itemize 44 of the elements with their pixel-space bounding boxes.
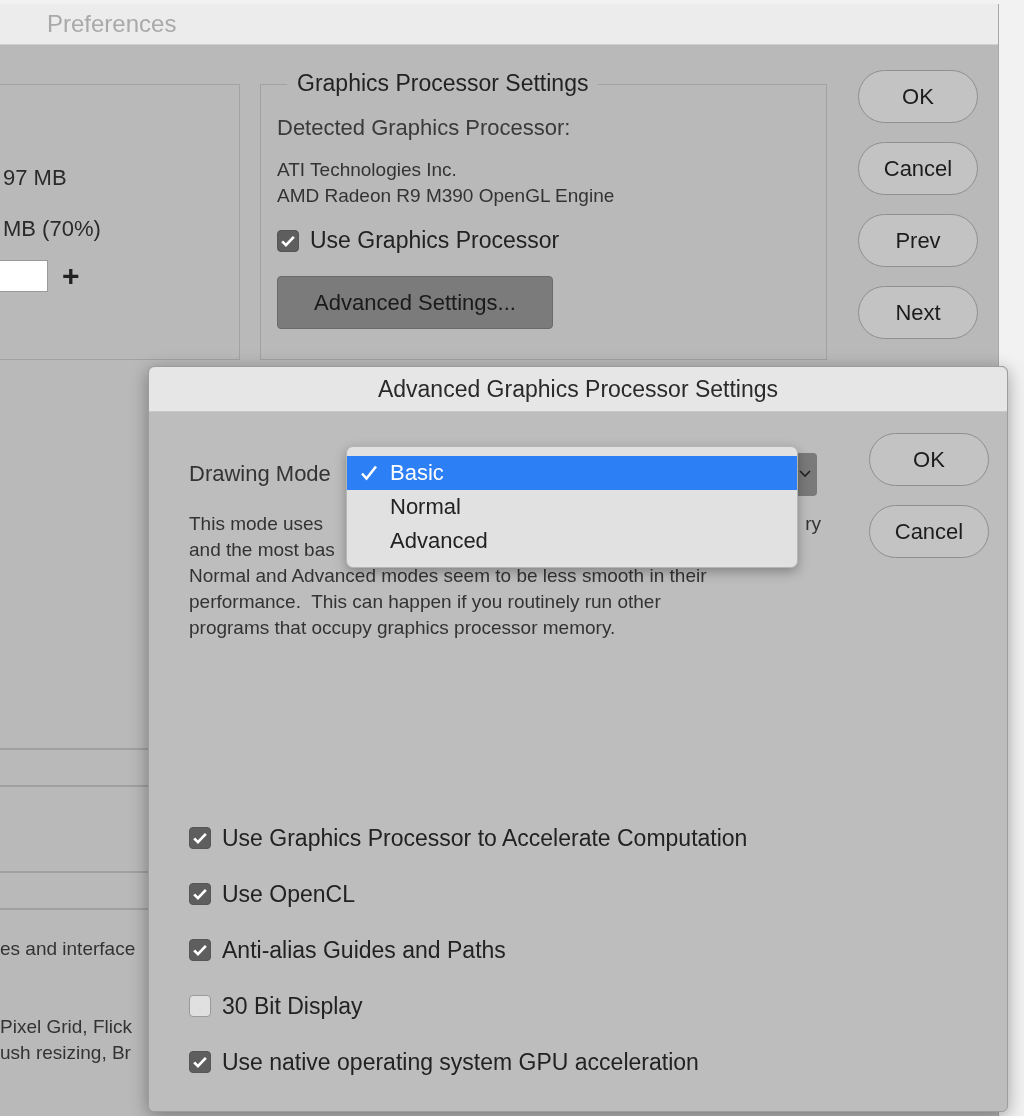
menu-item[interactable]: Basic: [347, 456, 797, 490]
checkbox-label: 30 Bit Display: [222, 992, 363, 1020]
memory-text: MB (70%): [3, 216, 101, 242]
description-text: es and interface: [0, 937, 137, 961]
checkbox[interactable]: [189, 1051, 211, 1073]
description-text: programs that occupy graphics processor memory.: [189, 616, 616, 640]
dialog-button[interactable]: OK: [858, 70, 978, 123]
checkbox[interactable]: [277, 229, 299, 252]
plus-button[interactable]: +: [62, 259, 80, 293]
description-text: and the most bas: [189, 538, 335, 562]
checkbox-label: Anti-alias Guides and Paths: [222, 936, 506, 964]
checkbox-label: Use Graphics Processor: [310, 227, 560, 254]
checkbox-label: Use native operating system GPU acceleration: [222, 1048, 699, 1076]
detected-label: Detected Graphics Processor:: [277, 115, 571, 141]
chevron-icon: [799, 470, 811, 478]
description-text: performance. This can happen if you routinely run other: [189, 590, 661, 614]
description-text: ry: [805, 512, 821, 536]
dialog-button[interactable]: OK: [869, 433, 989, 486]
vendor-text: ATI Technologies Inc.: [277, 158, 457, 182]
menu-item[interactable]: Advanced: [347, 524, 797, 558]
dialog-title: Advanced Graphics Processor Settings: [377, 375, 779, 403]
checkbox[interactable]: [189, 995, 211, 1017]
description-text: ush resizing, Br: [0, 1041, 132, 1065]
description-text: Normal and Advanced modes seem to be less smooth in their: [189, 564, 707, 588]
description-text: This mode uses: [189, 512, 324, 536]
menu-item[interactable]: Normal: [347, 490, 797, 524]
renderer-text: AMD Radeon R9 M390 OpenGL Engine: [277, 184, 615, 208]
dialog-button[interactable]: Prev: [858, 214, 978, 267]
memory-text: 97 MB: [3, 165, 67, 191]
window-title: Preferences: [47, 10, 177, 38]
dialog-button[interactable]: Next: [858, 286, 978, 339]
memory-field[interactable]: [0, 260, 48, 292]
checkmark-icon: [359, 464, 378, 482]
drawing-mode-label: Drawing Mode: [189, 461, 332, 487]
checkbox-label: Use Graphics Processor to Accelerate Computation: [222, 824, 748, 852]
description-text: Pixel Grid, Flick: [0, 1015, 133, 1039]
checkbox-label: Use OpenCL: [222, 880, 355, 908]
group-legend: Graphics Processor Settings: [287, 70, 599, 97]
advanced-settings-button[interactable]: Advanced Settings...: [277, 276, 553, 329]
dialog-button[interactable]: Cancel: [869, 505, 989, 558]
checkbox[interactable]: [189, 827, 211, 849]
checkbox[interactable]: [189, 939, 211, 961]
dialog-button[interactable]: Cancel: [858, 142, 978, 195]
checkbox[interactable]: [189, 883, 211, 905]
